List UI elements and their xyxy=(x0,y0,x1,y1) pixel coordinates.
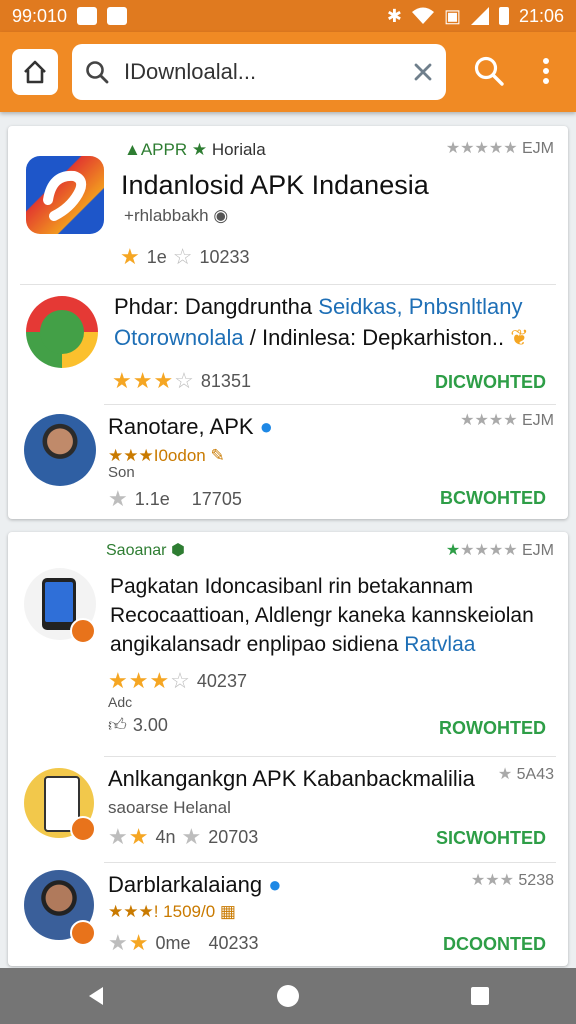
wifi-icon xyxy=(411,7,434,24)
item-subtitle: ★★★I0odon ✎ xyxy=(108,446,225,465)
status-bar: 99:010 ✱ ▣ 21:06 xyxy=(0,0,576,32)
badge-icon xyxy=(70,816,96,842)
avatar xyxy=(24,414,96,486)
item-meta: ★ 5A43 xyxy=(497,766,554,783)
item-rating: ★★ 4n ★ 20703 xyxy=(108,824,259,849)
item-likes: 👍︎ 3.00 xyxy=(108,714,168,736)
item-rating: ★★★☆ 81351 xyxy=(112,368,251,393)
thumbs-up-icon: 👍︎ xyxy=(108,715,127,735)
home-button[interactable] xyxy=(12,49,58,95)
item-subtitle: ★★★! 1509/0 ▦ xyxy=(108,902,236,921)
featured-title: Indanlosid APK Indanesia xyxy=(121,170,429,200)
section-meta: ★★★★★ EJM xyxy=(445,542,554,559)
list-item[interactable]: Anlkangankgn APK Kabanbackmalilia ★ 5A43… xyxy=(8,758,568,860)
bluetooth-icon: ✱ xyxy=(386,5,402,26)
download-status[interactable]: DICWOHTED xyxy=(435,372,546,393)
search-input[interactable] xyxy=(122,58,396,86)
search-button-icon[interactable] xyxy=(472,54,506,88)
clock-right: 21:06 xyxy=(518,5,564,26)
app-icon xyxy=(26,296,98,368)
divider xyxy=(20,284,556,285)
divider xyxy=(104,862,556,863)
item-rating: ★★ 0me 40233 xyxy=(108,930,259,955)
featured-app-row[interactable]: ▲APPR ★ Horiala ★★★★★ EJM Indanlosid APK… xyxy=(8,126,568,284)
vibrate-icon: ▣ xyxy=(443,5,461,26)
battery-icon xyxy=(498,7,509,25)
recents-icon xyxy=(471,987,489,1005)
results-card-section: Saoanar ⬢ ★★★★★ EJM Pagkatan Idoncasiban… xyxy=(8,532,568,966)
item-meta: ★★★★ EJM xyxy=(460,412,554,429)
item-rating: ★ 1.1e 17705 xyxy=(108,486,242,511)
clear-icon[interactable] xyxy=(412,61,434,83)
results-card-featured: ▲APPR ★ Horiala ★★★★★ EJM Indanlosid APK… xyxy=(8,126,568,519)
download-status[interactable]: ROWOHTED xyxy=(439,718,546,739)
download-status[interactable]: SICWOHTED xyxy=(436,828,546,849)
recents-button[interactable] xyxy=(450,968,510,1024)
image-notification-icon xyxy=(77,7,98,25)
home-circle-icon xyxy=(277,985,299,1007)
section-label: Saoanar ⬢ xyxy=(106,542,185,559)
item-title: Darblarkalaiang ● xyxy=(108,872,282,897)
back-button[interactable] xyxy=(66,968,126,1024)
list-item[interactable]: Phdar: Dangdruntha Seidkas, Pnbsnltlany … xyxy=(8,286,568,404)
featured-downloads: 10233 xyxy=(199,246,250,267)
list-item[interactable]: Darblarkalaiang ● ★★★ 5238 ★★★! 1509/0 ▦… xyxy=(8,864,568,964)
list-item[interactable]: Pagkatan Idoncasibanl rin betakannam Rec… xyxy=(8,562,568,754)
item-rating: ★★★☆ 40237 xyxy=(108,668,247,693)
featured-app-icon xyxy=(26,156,104,234)
featured-developer: +rhlabbakh ◉ xyxy=(124,206,229,225)
featured-publisher: ▲APPR ★ Horiala xyxy=(124,140,266,159)
featured-meta: ★★★★★ EJM xyxy=(445,140,554,157)
item-title: Anlkangankgn APK Kabanbackmalilia xyxy=(108,766,475,791)
star-rating-icon: ★★★☆ xyxy=(112,368,195,393)
divider xyxy=(104,404,556,405)
badge-icon xyxy=(70,920,96,946)
clock-left: 99:010 xyxy=(12,5,68,26)
download-status[interactable]: BCWOHTED xyxy=(440,488,546,509)
app-bar xyxy=(0,32,576,112)
home-nav-button[interactable] xyxy=(258,968,318,1024)
app-notification-icon xyxy=(107,7,128,25)
star-rating-icon: ★ xyxy=(120,244,141,269)
home-icon xyxy=(24,60,46,84)
item-subtitle-secondary: Son xyxy=(108,464,135,481)
system-nav-bar xyxy=(0,968,576,1024)
item-subtitle: Otorownolala / Indinlesa: Depkarhiston..… xyxy=(114,325,529,350)
more-options-icon[interactable] xyxy=(540,56,552,86)
item-subtitle: saoarse Helanal xyxy=(108,798,231,817)
back-icon xyxy=(89,987,103,1005)
list-item[interactable]: Ranotare, APK ● ★★★★ EJM ★★★I0odon ✎ Son… xyxy=(8,406,568,518)
search-icon xyxy=(86,61,109,84)
featured-rating: ★ 1e ☆ 10233 xyxy=(120,244,250,269)
item-title: Ranotare, APK ● xyxy=(108,414,273,439)
signal-icon xyxy=(470,7,489,25)
search-field[interactable] xyxy=(72,44,446,100)
star-rating-icon: ★★★☆ xyxy=(108,668,191,693)
download-status[interactable]: DCOONTED xyxy=(443,934,546,955)
badge-icon xyxy=(70,618,96,644)
item-title: Phdar: Dangdruntha Seidkas, Pnbsnltlany xyxy=(114,294,523,319)
item-description: Pagkatan Idoncasibanl rin betakannam Rec… xyxy=(110,575,534,656)
divider xyxy=(104,756,556,757)
item-meta: ★★★ 5238 xyxy=(470,872,554,889)
item-subtitle: Adc xyxy=(108,694,133,710)
